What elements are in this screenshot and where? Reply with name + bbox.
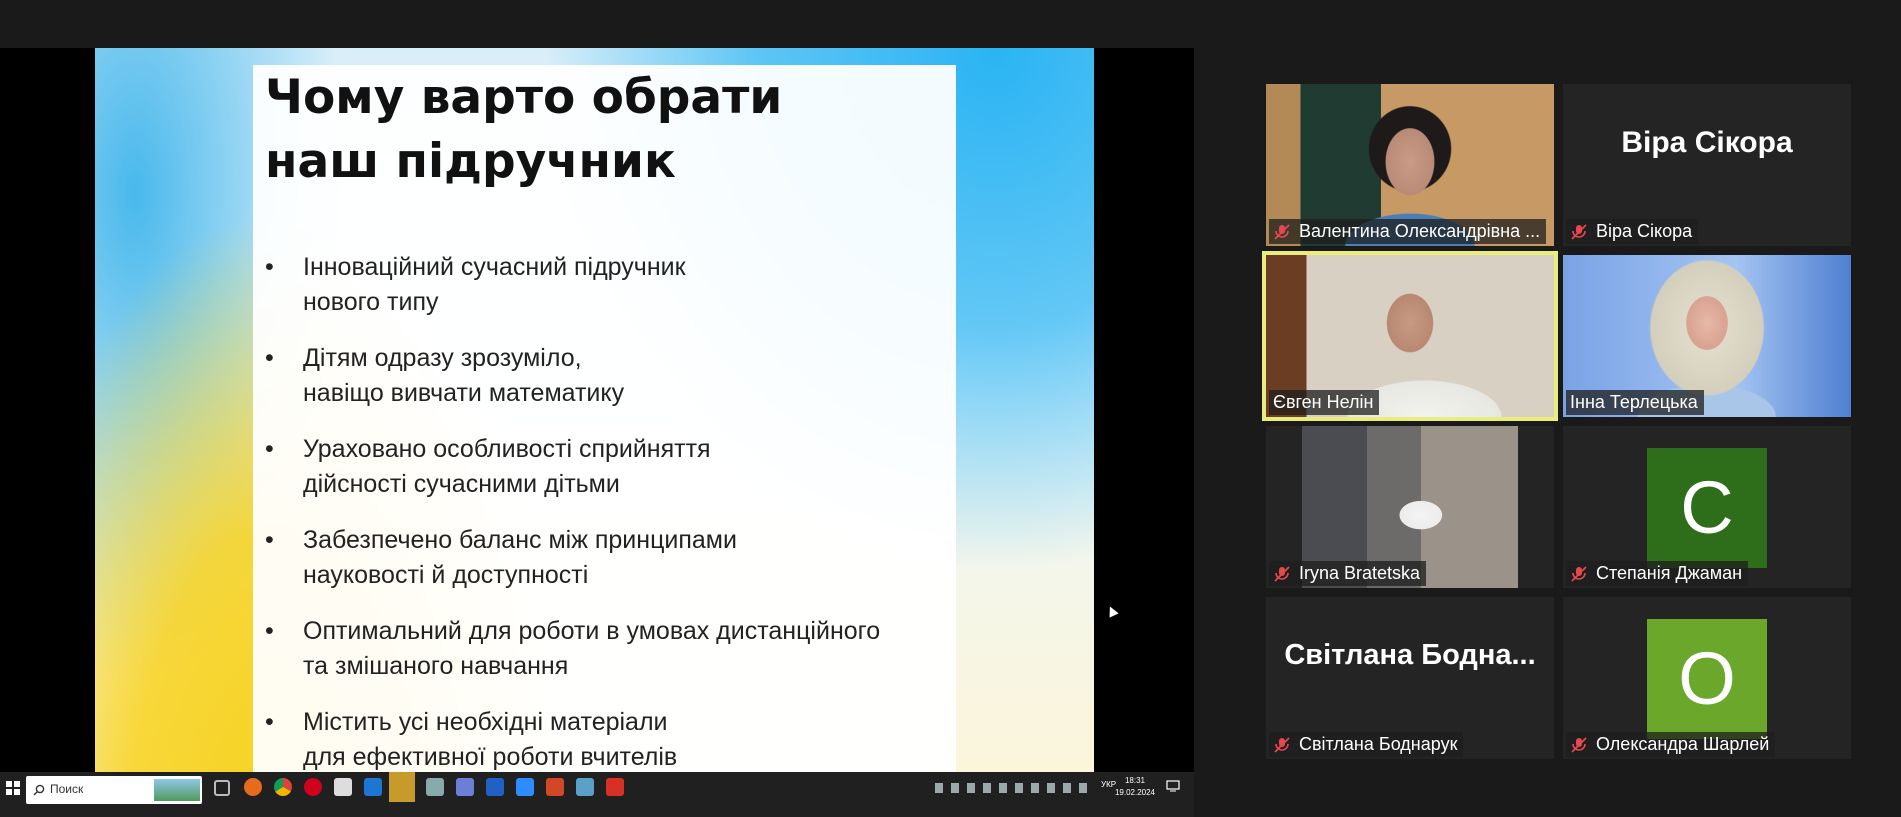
clock-time: 18:31	[1124, 776, 1146, 785]
taskbar-clock: 18:31 19.02.2024	[1112, 775, 1158, 799]
bullet-text: Ураховано особливості сприйняття дійснос…	[303, 435, 711, 498]
search-highlight-image	[154, 779, 200, 801]
bullet-text: Інноваційний сучасний підручник нового т…	[303, 253, 686, 316]
microphone-muted-icon	[1571, 565, 1587, 582]
participant-name: Степанія Джаман	[1596, 563, 1743, 583]
chrome-icon	[274, 778, 292, 796]
participant-tile[interactable]: Iryna Bratetska	[1266, 426, 1554, 588]
calendar-icon	[486, 778, 504, 796]
save-app-icon	[456, 778, 474, 796]
opera-icon	[304, 778, 322, 796]
participant-name: Валентина Олександрівна ...	[1299, 221, 1541, 241]
participant-name-tag: Інна Терлецька	[1566, 390, 1704, 415]
slide-title: Чому варто обрати наш підручник	[265, 70, 783, 189]
bullet-dot: •	[265, 253, 274, 281]
slide-bullet: • Містить усі необхідні матеріали для ефе…	[265, 705, 965, 772]
participant-name-tag: Iryna Bratetska	[1269, 561, 1427, 586]
powerpoint-icon	[546, 778, 564, 796]
slide-bullet: • Оптимальний для роботи в умовах дистанц…	[265, 614, 965, 684]
participant-name-card: Віра Сікора	[1621, 126, 1793, 159]
notification-icon	[1166, 780, 1180, 792]
slide-bullet: • Ураховано особливості сприйняття дійсно…	[265, 432, 965, 502]
slide-bullet-list: • Інноваційний сучасний підручник нового …	[265, 250, 965, 772]
participant-tile[interactable]: Інна Терлецька	[1563, 255, 1851, 417]
participant-tile[interactable]: Віра Сікора Віра Сікора	[1563, 84, 1851, 246]
bullet-text: Забезпечено баланс між принципами науков…	[303, 526, 737, 589]
search-placeholder: Поиск	[50, 782, 84, 796]
participant-name-tag: Валентина Олександрівна ...	[1269, 219, 1547, 244]
slide-bullet: • Забезпечено баланс між принципами науко…	[265, 523, 965, 593]
participant-avatar: С	[1647, 448, 1767, 568]
participant-name-tag: Світлана Боднарук	[1269, 732, 1464, 757]
shared-taskbar: Поиск УКР 18:31 19.02.2024	[0, 772, 1194, 817]
pdf-icon	[606, 778, 624, 796]
bullet-dot: •	[265, 526, 274, 554]
zoom-icon	[516, 778, 534, 796]
system-tray-icons	[935, 783, 1095, 793]
participant-name: Євген Нелін	[1273, 392, 1374, 412]
firefox-icon	[244, 778, 262, 796]
clock-date: 19.02.2024	[1114, 788, 1156, 797]
participant-name: Світлана Боднарук	[1299, 734, 1458, 754]
bullet-dot: •	[265, 617, 274, 645]
participant-name: Віра Сікора	[1596, 221, 1693, 241]
store-icon	[334, 778, 352, 796]
taskbar-search-box: Поиск	[26, 776, 202, 804]
file-explorer-icon	[389, 772, 415, 802]
microphone-muted-icon	[1571, 736, 1587, 753]
bullet-dot: •	[265, 708, 274, 736]
participant-tile[interactable]: Валентина Олександрівна ...	[1266, 84, 1554, 246]
shared-screen: Чому варто обрати наш підручник • Інновац…	[0, 48, 1194, 772]
participant-tile-active-speaker[interactable]: Євген Нелін	[1262, 251, 1558, 421]
microphone-muted-icon	[1274, 565, 1290, 582]
microphone-muted-icon	[1274, 223, 1290, 240]
participant-name: Інна Терлецька	[1570, 392, 1698, 412]
bullet-text: Містить усі необхідні матеріали для ефек…	[303, 708, 678, 771]
participant-tile[interactable]: О Олександра Шарлей	[1563, 597, 1851, 759]
search-icon	[33, 784, 45, 796]
mouse-pointer-icon	[1105, 604, 1119, 618]
mail-icon	[364, 778, 382, 796]
slide-bullet: • Дітям одразу зрозуміло, навіщо вивчати …	[265, 341, 965, 411]
camera-icon	[426, 778, 444, 796]
participant-name-tag: Віра Сікора	[1566, 219, 1699, 244]
presentation-slide: Чому варто обрати наш підручник • Інновац…	[95, 48, 1094, 772]
microphone-muted-icon	[1274, 736, 1290, 753]
participant-name-card: Світлана Бодна...	[1284, 639, 1536, 671]
participant-name: Олександра Шарлей	[1596, 734, 1770, 754]
bullet-dot: •	[265, 344, 274, 372]
slide-bullet: • Інноваційний сучасний підручник нового …	[265, 250, 965, 320]
bullet-text: Оптимальний для роботи в умовах дистанці…	[303, 617, 881, 680]
participant-name-tag: Євген Нелін	[1269, 390, 1380, 415]
participant-avatar: О	[1647, 619, 1767, 739]
microphone-muted-icon	[1571, 223, 1587, 240]
windows-start-icon	[6, 781, 20, 795]
participant-name: Iryna Bratetska	[1299, 563, 1421, 583]
task-view-icon	[214, 780, 230, 796]
participant-name-tag: Олександра Шарлей	[1566, 732, 1776, 757]
participant-name-tag: Степанія Джаман	[1566, 561, 1749, 586]
bullet-text: Дітям одразу зрозуміло, навіщо вивчати м…	[303, 344, 625, 407]
network-app-icon	[576, 778, 594, 796]
bullet-dot: •	[265, 435, 274, 463]
participant-tile[interactable]: Світлана Бодна... Світлана Боднарук	[1266, 597, 1554, 759]
participant-tile[interactable]: С Степанія Джаман	[1563, 426, 1851, 588]
